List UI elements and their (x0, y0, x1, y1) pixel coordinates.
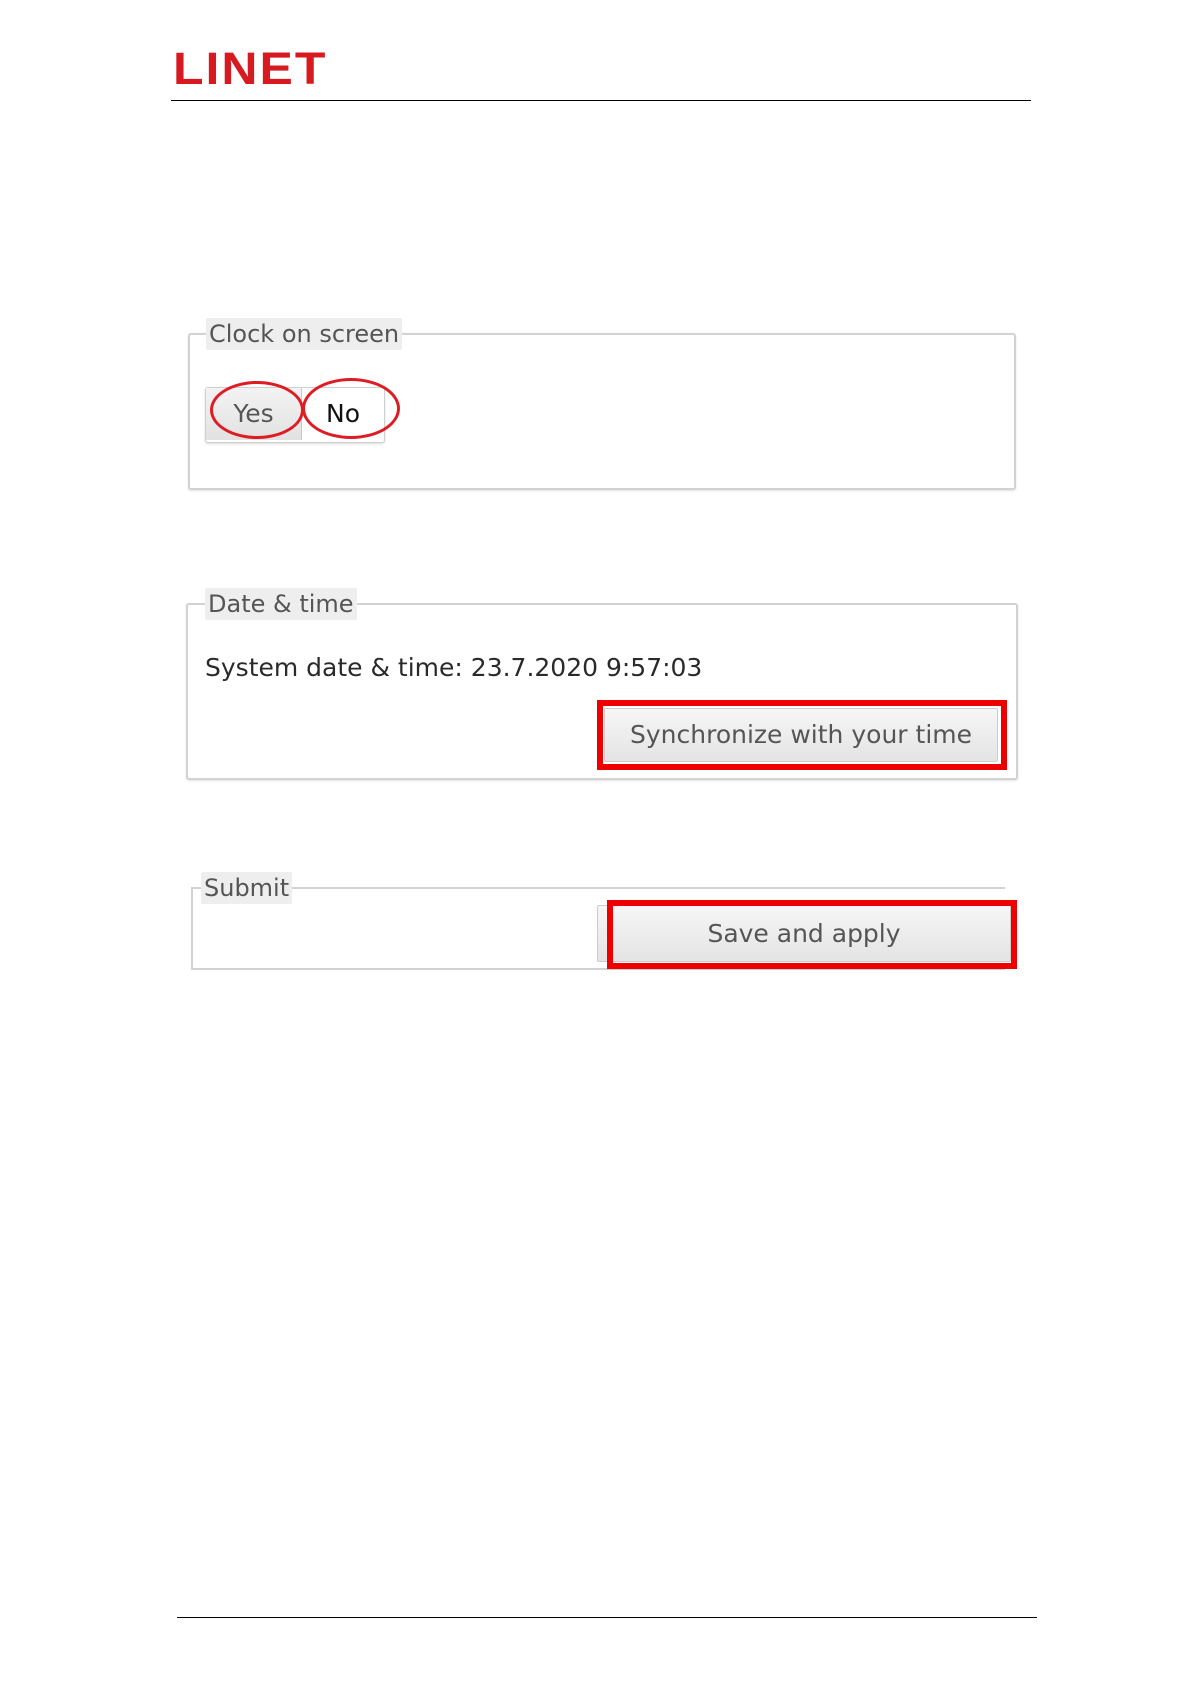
header-divider (171, 100, 1031, 101)
clock-on-screen-legend: Clock on screen (206, 318, 403, 350)
synchronize-time-button[interactable]: Synchronize with your time (604, 708, 998, 762)
clock-yes-button[interactable]: Yes (206, 388, 302, 440)
footer-divider (177, 1617, 1037, 1618)
clock-toggle-group: Yes No (205, 387, 385, 443)
system-date-time: System date & time: 23.7.2020 9:57:03 (205, 653, 703, 682)
date-time-legend: Date & time (205, 588, 357, 620)
linet-logo: LINET (173, 43, 328, 94)
submit-legend: Submit (201, 872, 293, 904)
save-and-apply-button[interactable]: Save and apply (597, 905, 1011, 962)
clock-no-button[interactable]: No (302, 388, 384, 440)
